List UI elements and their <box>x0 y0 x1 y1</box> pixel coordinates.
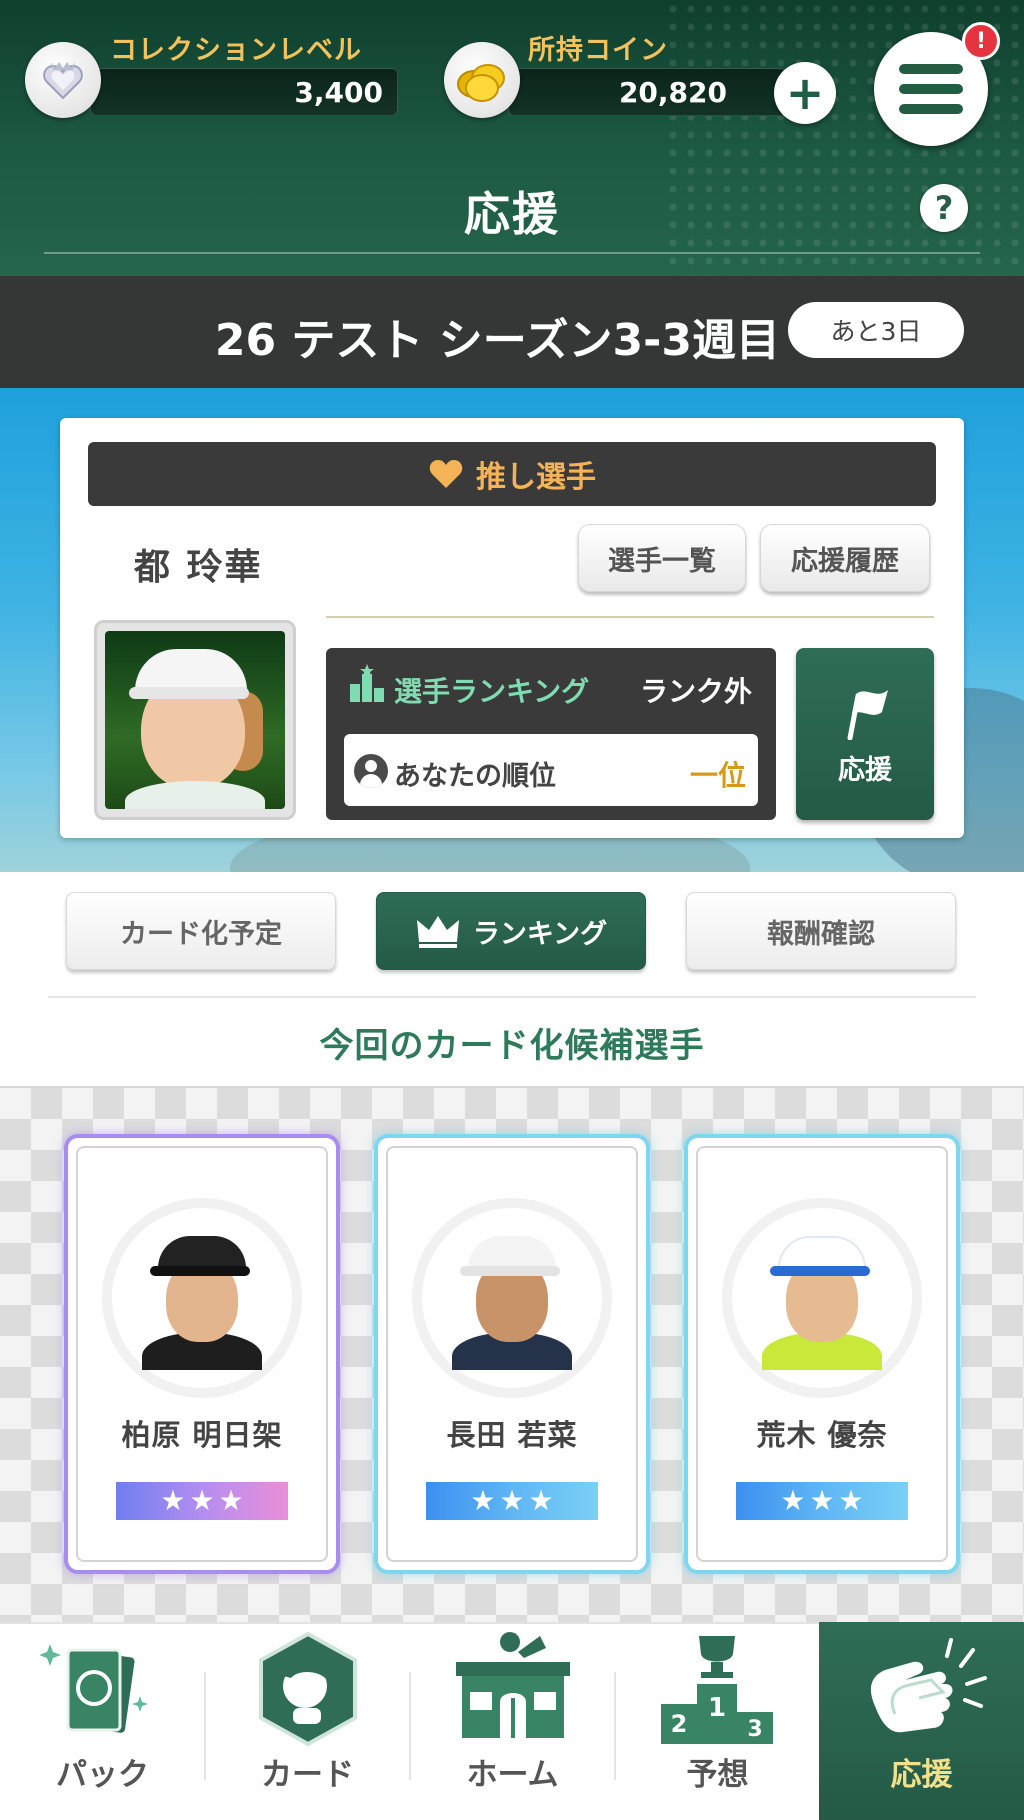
oshi-player-photo[interactable] <box>94 620 296 820</box>
nav-home[interactable]: ホーム <box>410 1622 615 1820</box>
oshi-divider <box>326 616 934 618</box>
tab-label: ランキング <box>472 918 608 950</box>
portrait-shirt <box>125 781 265 809</box>
star-icon: ★ <box>809 1484 835 1517</box>
heart-crest-icon <box>43 62 83 100</box>
photo-visor <box>770 1266 870 1276</box>
svg-text:3: 3 <box>747 1717 762 1742</box>
nav-pack[interactable]: パック <box>0 1622 205 1820</box>
nav-card[interactable]: カード <box>205 1622 410 1820</box>
portrait-visor <box>129 687 249 699</box>
clapping-hands-icon <box>870 1638 987 1733</box>
nav-label: パック <box>56 1757 149 1793</box>
tabs-divider <box>48 996 976 998</box>
player-ranking-value: ランク外 <box>639 675 752 708</box>
player-list-button[interactable]: 選手一覧 <box>578 524 746 592</box>
tab-label: カード化予定 <box>120 918 282 950</box>
support-button-label: 応援 <box>838 754 892 786</box>
candidate-photo <box>754 1214 890 1370</box>
add-coins-button[interactable]: + <box>774 62 836 124</box>
star-icon: ★ <box>838 1484 864 1517</box>
player-portrait <box>105 631 285 809</box>
svg-text:2: 2 <box>671 1710 688 1738</box>
nav-label: ホーム <box>466 1757 559 1793</box>
coins-value: 20,820 <box>618 75 727 109</box>
star-icon: ★ <box>160 1484 186 1517</box>
coin-stack-icon <box>457 64 505 102</box>
player-ranking-label: 選手ランキング <box>394 675 590 708</box>
candidate-card-inner: 柏原 明日架 ★ ★ ★ <box>76 1146 328 1562</box>
photo-visor <box>150 1266 250 1276</box>
svg-text:1: 1 <box>708 1693 726 1723</box>
star-icon: ★ <box>470 1484 496 1517</box>
plus-icon: + <box>785 66 825 120</box>
nav-support[interactable]: 応援 <box>819 1622 1024 1820</box>
support-history-label: 応援履歴 <box>791 545 899 577</box>
candidate-name: 柏原 明日架 <box>121 1418 283 1452</box>
notification-badge: ! <box>962 22 1000 60</box>
support-button[interactable]: 応援 <box>796 648 934 820</box>
nav-prediction[interactable]: 1 2 3 予想 <box>615 1622 820 1820</box>
tab-ranking[interactable]: ランキング <box>376 892 646 970</box>
photo-visor <box>460 1266 560 1276</box>
candidate-card-inner: 荒木 優奈 ★ ★ ★ <box>696 1146 948 1562</box>
candidate-card[interactable]: 荒木 優奈 ★ ★ ★ <box>684 1134 960 1574</box>
oshi-player-name: 都 玲華 <box>134 547 263 588</box>
nav-label: 予想 <box>686 1757 749 1793</box>
user-icon-head <box>365 760 377 772</box>
collection-level-label: コレクションレベル <box>110 35 362 66</box>
podium-icon: 1 2 3 <box>661 1636 773 1744</box>
coin-badge[interactable] <box>444 42 520 118</box>
collection-badge[interactable] <box>25 42 101 118</box>
tab-label: 報酬確認 <box>767 918 875 950</box>
star-icon: ★ <box>780 1484 806 1517</box>
tab-rewards[interactable]: 報酬確認 <box>686 892 956 970</box>
star-icon: ★ <box>189 1484 215 1517</box>
nav-label: カード <box>261 1757 354 1793</box>
candidate-card[interactable]: 長田 若菜 ★ ★ ★ <box>374 1134 650 1574</box>
player-list-label: 選手一覧 <box>608 545 716 577</box>
candidate-card[interactable]: 柏原 明日架 ★ ★ ★ <box>64 1134 340 1574</box>
star-rating: ★ ★ ★ <box>736 1482 908 1520</box>
hamburger-line <box>899 104 963 114</box>
oshi-header-label: 推し選手 <box>476 460 596 495</box>
hamburger-line <box>899 84 963 94</box>
season-title: 26 テスト シーズン3-3週目 <box>214 315 780 366</box>
collection-level-value: 3,400 <box>294 75 383 109</box>
candidate-photo <box>134 1214 270 1370</box>
star-rating: ★ ★ ★ <box>116 1482 288 1520</box>
your-rank-value: 一位 <box>689 759 746 792</box>
star-icon: ★ <box>499 1484 525 1517</box>
star-icon: ★ <box>528 1484 554 1517</box>
card-icon <box>259 1631 357 1747</box>
collection-level-bar: 3,400 <box>90 68 398 116</box>
page-title: 応援 <box>464 187 560 241</box>
tab-card-schedule[interactable]: カード化予定 <box>66 892 336 970</box>
home-icon <box>456 1632 570 1738</box>
candidate-name: 長田 若菜 <box>446 1418 578 1452</box>
candidates-title: 今回のカード化候補選手 <box>319 1026 705 1066</box>
candidate-name: 荒木 優奈 <box>756 1418 888 1452</box>
candidate-photo <box>444 1214 580 1370</box>
coins-label: 所持コイン <box>528 35 668 66</box>
oshi-header: 推し選手 <box>88 442 936 506</box>
star-icon: ★ <box>218 1484 244 1517</box>
crown-icon <box>416 916 459 948</box>
days-remaining-badge: あと3日 <box>788 302 964 358</box>
flag-icon <box>847 689 888 740</box>
candidate-card-inner: 長田 若菜 ★ ★ ★ <box>386 1146 638 1562</box>
ranking-podium-icon <box>350 664 384 702</box>
title-divider <box>44 252 980 254</box>
coins-bar: 20,820 <box>508 68 786 116</box>
your-rank-label: あなたの順位 <box>394 761 556 792</box>
user-icon <box>354 754 388 788</box>
heart-icon <box>429 460 463 488</box>
star-rating: ★ ★ ★ <box>426 1482 598 1520</box>
help-icon: ? <box>934 189 954 227</box>
pack-icon <box>40 1644 148 1733</box>
help-button[interactable]: ? <box>920 184 968 232</box>
support-history-button[interactable]: 応援履歴 <box>760 524 930 592</box>
hamburger-line <box>899 64 963 74</box>
user-icon-body <box>360 774 382 788</box>
